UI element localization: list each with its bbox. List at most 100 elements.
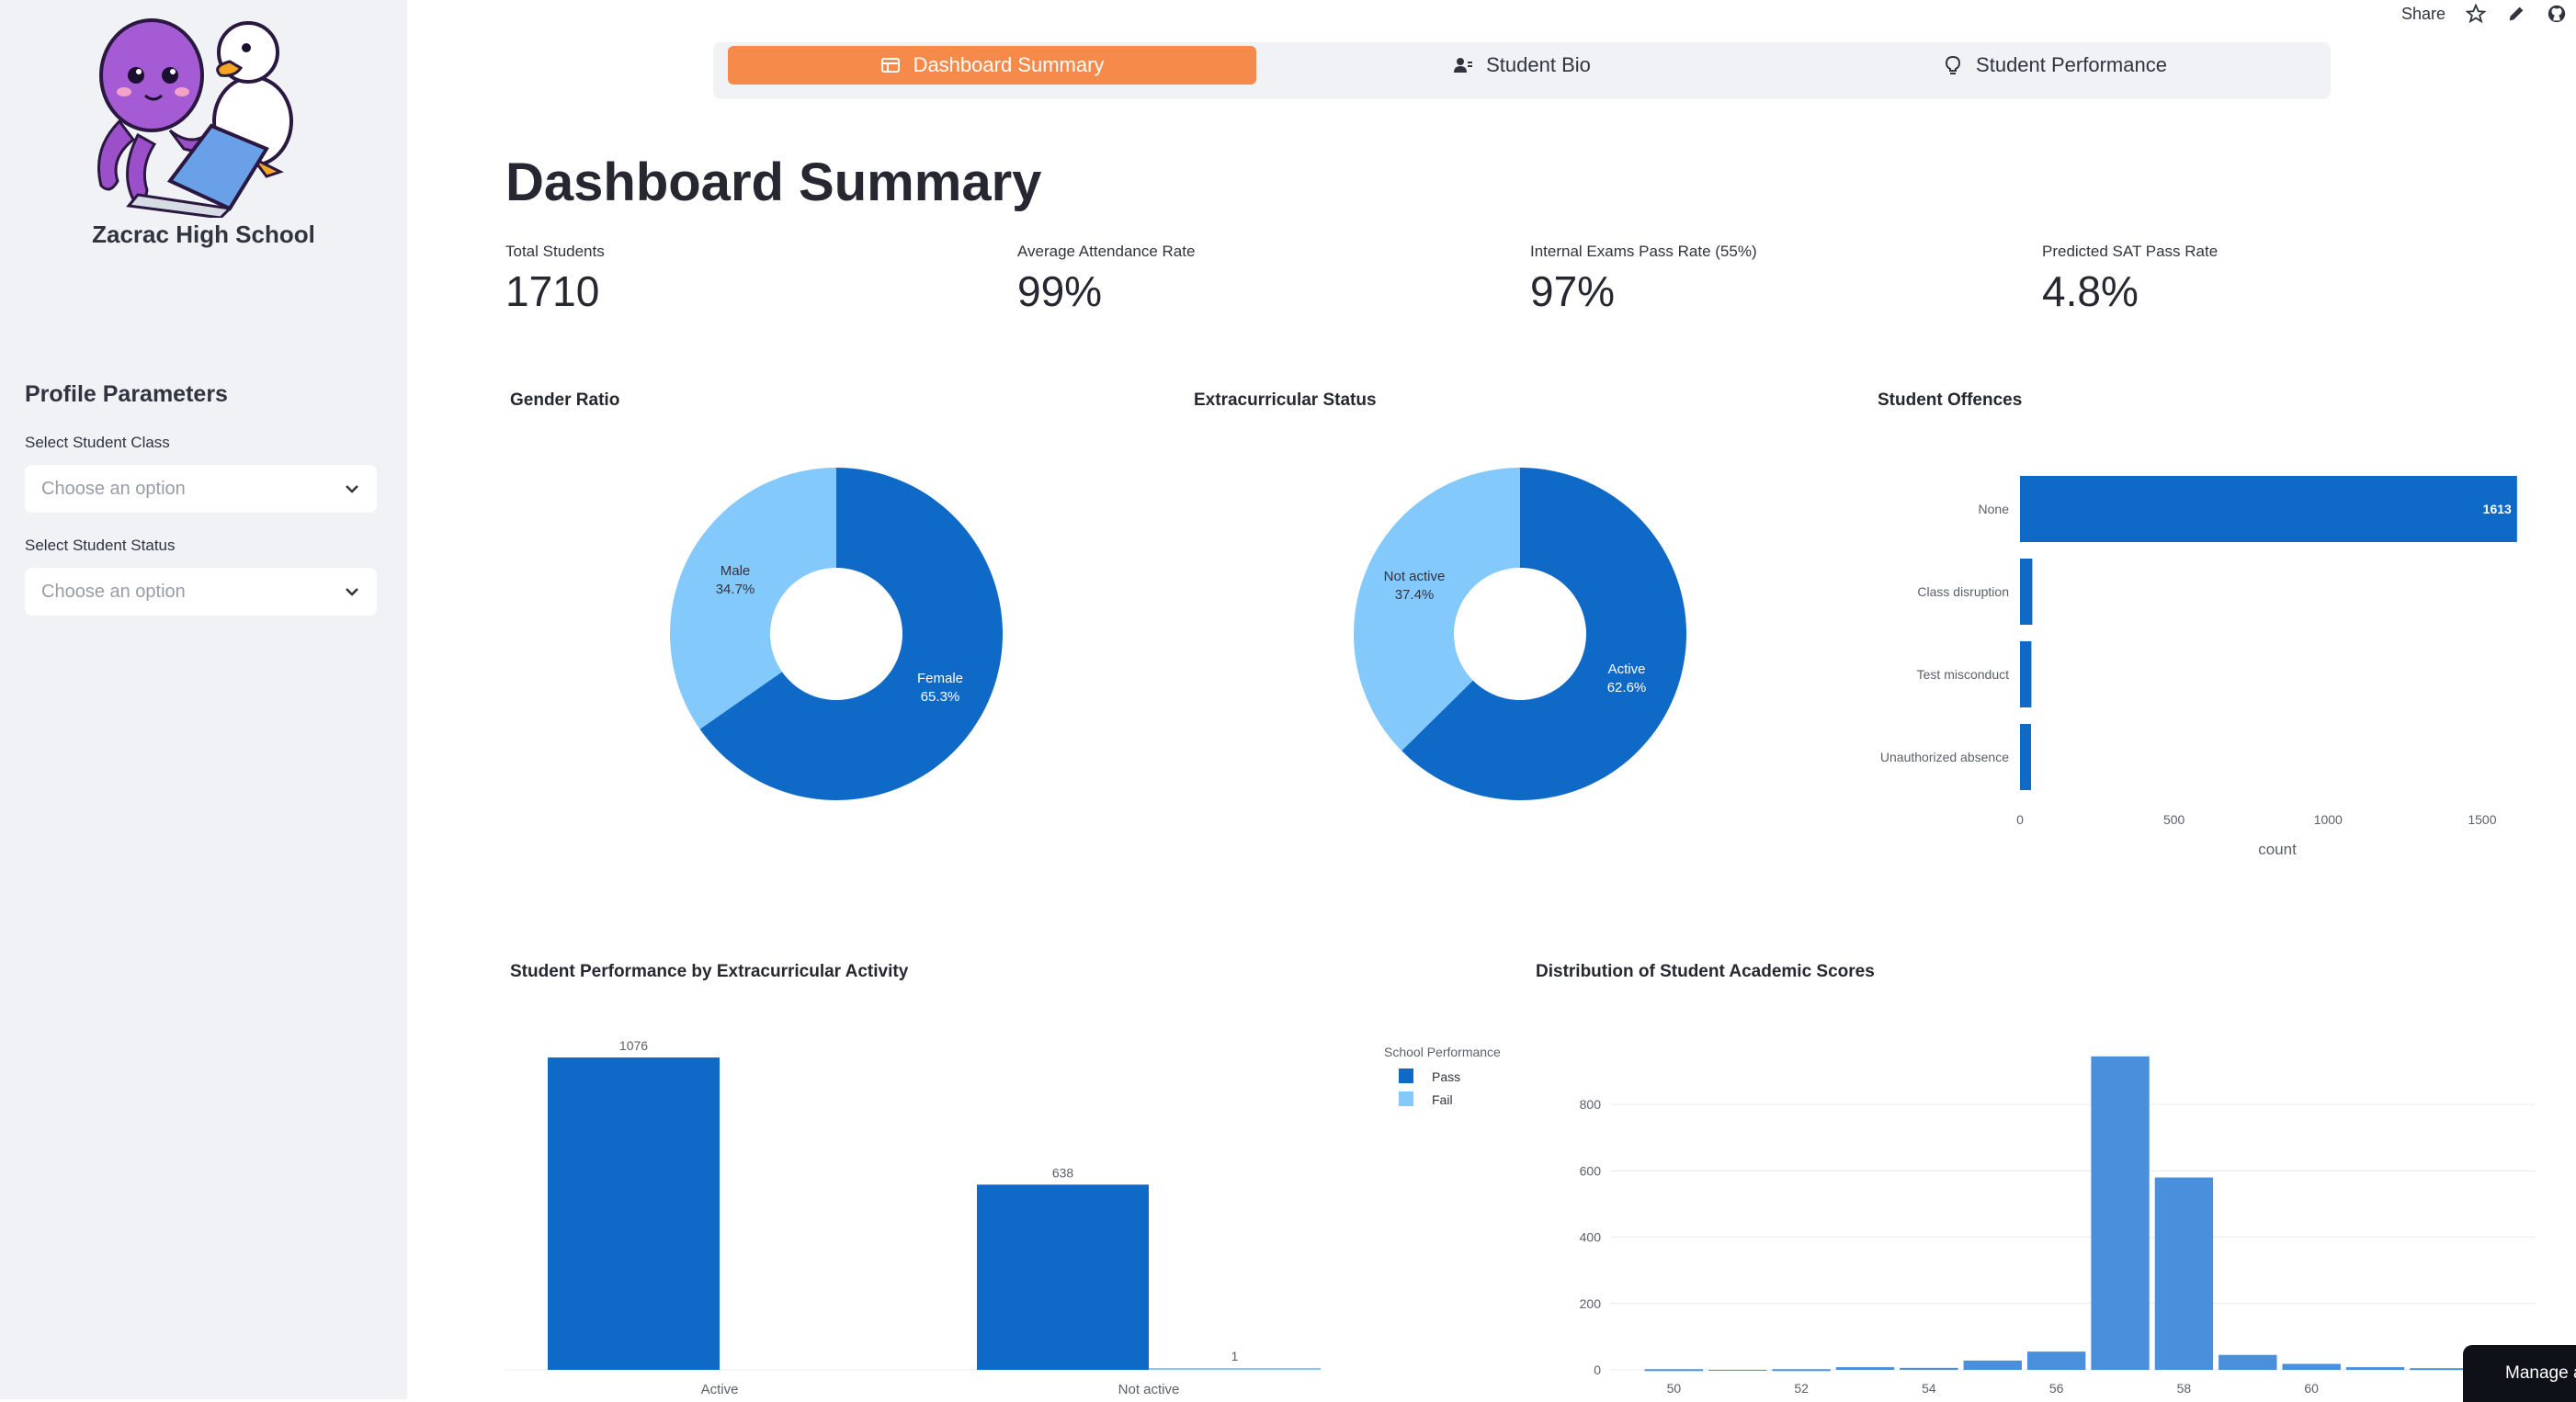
profile-parameters-heading: Profile Parameters: [25, 381, 228, 407]
histogram-bar: [2345, 1367, 2405, 1370]
metric-value-total-students: 1710: [505, 267, 600, 315]
student-offences-chart: 0 500 1000 1500 count None 1613 Class disruptio…: [1880, 476, 2517, 858]
x-tick-label: 56: [2049, 1381, 2064, 1396]
histogram-bar: [2219, 1354, 2277, 1370]
legend-label: Fail: [1432, 1092, 1453, 1107]
pie-value-female: 65.3%: [921, 689, 960, 705]
score-distribution-chart: 0 200 400 600 800 50 52 54 56 58 60: [1580, 1056, 2535, 1396]
share-button[interactable]: Share: [2401, 5, 2445, 24]
student-class-placeholder: Choose an option: [41, 478, 186, 499]
pie-label-male: Male: [721, 563, 751, 579]
metric-value-internal-pass: 97%: [1530, 267, 1616, 315]
tab-bar: Dashboard Summary Student Bio Student Pe…: [713, 42, 2331, 99]
legend-label: Pass: [1432, 1069, 1460, 1084]
y-tick-label: Unauthorized absence: [1880, 750, 2009, 764]
pie-value-male: 34.7%: [716, 582, 755, 597]
histogram-bar: [2154, 1177, 2214, 1370]
github-icon[interactable]: [2547, 4, 2567, 24]
bar-value-label: 1: [1231, 1349, 1239, 1363]
class-select-label: Select Student Class: [25, 434, 170, 451]
x-tick-label: 0: [2016, 812, 2024, 827]
x-tick-label: Not active: [1118, 1382, 1180, 1397]
x-tick-label: 60: [2304, 1381, 2319, 1396]
school-logo: [97, 18, 293, 218]
x-axis-title: count: [2258, 841, 2297, 858]
metric-label-internal-pass: Internal Exams Pass Rate (55%): [1530, 243, 1757, 260]
y-tick-label: 400: [1580, 1230, 1602, 1245]
page-title: Dashboard Summary: [505, 153, 1042, 212]
x-tick-label: 1000: [2314, 812, 2343, 827]
student-status-select[interactable]: Choose an option: [25, 568, 377, 616]
pie-value-active: 62.6%: [1607, 680, 1647, 695]
x-tick-label: 54: [1922, 1381, 1936, 1396]
bar-value-label: 638: [1052, 1165, 1074, 1180]
performance-by-activity-title: Student Performance by Extracurricular A…: [510, 962, 909, 981]
gender-ratio-title: Gender Ratio: [510, 390, 620, 410]
pie-label-not-active: Not active: [1384, 569, 1446, 584]
gender-ratio-chart: Male 34.7% Female 65.3%: [670, 468, 1003, 800]
extracurricular-status-title: Extracurricular Status: [1194, 390, 1377, 410]
metric-label-sat-pass: Predicted SAT Pass Rate: [2042, 243, 2219, 260]
histogram-bar: [2282, 1363, 2341, 1370]
performance-bar-pass: [977, 1184, 1149, 1370]
histogram-bar: [2091, 1056, 2150, 1370]
star-icon[interactable]: [2466, 4, 2486, 24]
offence-bar: [2020, 559, 2033, 625]
y-tick-label: 800: [1580, 1097, 1602, 1112]
tab-student-performance[interactable]: Student Performance: [1788, 46, 2321, 85]
histogram-bar: [1644, 1369, 1704, 1372]
table-icon: [880, 58, 900, 73]
legend-swatch: [1399, 1068, 1413, 1083]
metric-value-attendance: 99%: [1017, 267, 1103, 315]
legend-swatch: [1399, 1091, 1413, 1106]
y-tick-label: Test misconduct: [1917, 667, 2009, 682]
x-tick-label: 50: [1667, 1381, 1682, 1396]
sidebar: Zacrac High School Profile Parameters Se…: [0, 0, 407, 1399]
student-class-select[interactable]: Choose an option: [25, 465, 377, 513]
manage-app-button[interactable]: Manage app: [2463, 1345, 2576, 1402]
chevron-down-icon: [346, 588, 358, 596]
tab-student-bio-label: Student Bio: [1486, 53, 1591, 76]
edit-pencil-icon[interactable]: [2506, 4, 2526, 24]
student-offences-title: Student Offences: [1878, 390, 2023, 410]
status-select-label: Select Student Status: [25, 537, 176, 554]
manage-app-label: Manage app: [2505, 1363, 2576, 1383]
pie-label-female: Female: [917, 671, 963, 686]
tab-dashboard-summary-label: Dashboard Summary: [913, 53, 1105, 76]
histogram-bar: [1708, 1370, 1767, 1371]
histogram-bar: [1772, 1369, 1831, 1372]
app-toolbar: Share: [2401, 0, 2567, 28]
metric-label-attendance: Average Attendance Rate: [1017, 243, 1196, 260]
offence-bar: [2020, 724, 2031, 790]
metric-label-total-students: Total Students: [505, 243, 605, 260]
pie-label-active: Active: [1608, 661, 1646, 677]
score-distribution-title: Distribution of Student Academic Scores: [1536, 962, 1875, 981]
performance-bar-pass: [548, 1057, 720, 1370]
bar-value-label: 1076: [619, 1038, 648, 1053]
y-tick-label: 200: [1580, 1296, 1602, 1311]
histogram-bar: [2410, 1368, 2468, 1371]
x-tick-label: 1500: [2468, 812, 2496, 827]
histogram-bar: [1835, 1367, 1895, 1370]
tab-dashboard-summary[interactable]: Dashboard Summary: [728, 46, 1256, 85]
extracurricular-status-chart: Not active 37.4% Active 62.6%: [1354, 468, 1686, 800]
x-tick-label: 52: [1794, 1381, 1809, 1396]
student-status-placeholder: Choose an option: [41, 581, 186, 602]
histogram-bar: [1900, 1367, 1958, 1370]
histogram-bar: [2026, 1351, 2086, 1370]
legend-title: School Performance: [1384, 1045, 1501, 1059]
tab-student-performance-label: Student Performance: [1976, 53, 2167, 76]
lightbulb-icon: [1946, 55, 1961, 74]
y-tick-label: None: [1979, 502, 2010, 516]
x-tick-label: 500: [2163, 812, 2185, 827]
y-tick-label: 600: [1580, 1163, 1602, 1178]
performance-bar-fail: [1149, 1368, 1321, 1370]
school-name: Zacrac High School: [92, 220, 315, 248]
x-tick-label: 58: [2177, 1381, 2192, 1396]
pie-value-not-active: 37.4%: [1395, 587, 1435, 603]
tab-student-bio[interactable]: Student Bio: [1265, 46, 1779, 85]
pie-slice-male: [670, 468, 836, 729]
y-tick-label: Class disruption: [1917, 584, 2009, 599]
metric-value-sat-pass: 4.8%: [2042, 267, 2139, 315]
y-tick-label: 0: [1594, 1362, 1601, 1377]
